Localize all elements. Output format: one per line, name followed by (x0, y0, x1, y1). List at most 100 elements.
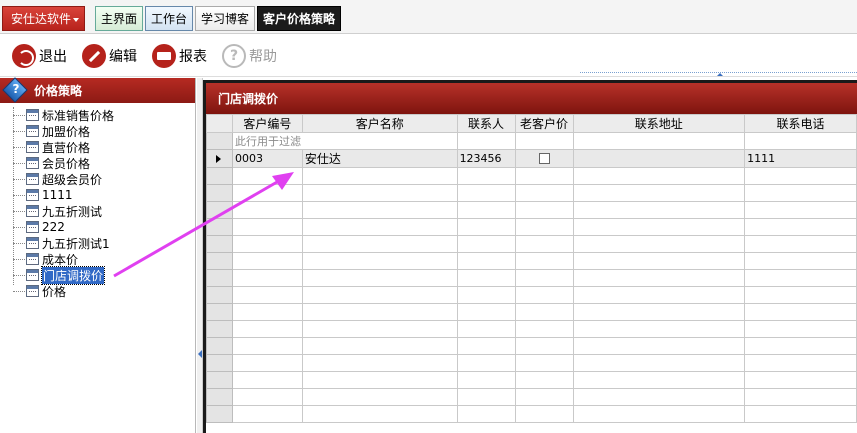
empty-row (206, 201, 857, 219)
empty-cell (572, 167, 746, 185)
tree-item-label: 九五折测试1 (42, 236, 110, 251)
cell-code[interactable]: 0003 (231, 149, 303, 168)
filter-cell[interactable] (456, 132, 516, 150)
filter-cell[interactable] (514, 132, 574, 150)
calendar-icon (26, 221, 39, 233)
tree-item[interactable]: 会员价格 (0, 155, 195, 171)
tree-item-label: 加盟价格 (42, 124, 91, 139)
empty-cell (572, 184, 746, 202)
tree-item[interactable]: 1111 (0, 187, 195, 203)
empty-cell (744, 337, 857, 355)
edit-button[interactable]: 编辑 (82, 43, 137, 69)
sidebar-header: ? 价格策略 (0, 77, 195, 103)
cell-address[interactable] (572, 149, 746, 168)
customer-grid: 客户编号 客户名称 联系人 老客户价 联系地址 联系电话 此行用于过滤 0003… (206, 114, 857, 433)
empty-cell (514, 354, 574, 372)
price-strategy-tree: 标准销售价格 加盟价格 直营价格 会员价格 超级会员价 1111 九五折测试 2… (0, 103, 195, 299)
tree-item[interactable]: 加盟价格 (0, 123, 195, 139)
empty-cell (456, 184, 516, 202)
empty-cell (301, 303, 458, 321)
tree-item-label: 成本价 (42, 252, 79, 267)
empty-cell (744, 371, 857, 389)
tree-item[interactable]: 222 (0, 219, 195, 235)
column-header[interactable]: 老客户价 (514, 114, 574, 133)
calendar-icon (26, 269, 39, 281)
grid-title: 门店调拨价 (218, 92, 279, 106)
tab-customer-price-strategy[interactable]: 客户价格策略 (257, 6, 342, 31)
pencil-icon (82, 44, 106, 68)
tab-workbench[interactable]: 工作台 (145, 6, 194, 31)
empty-cell (456, 405, 516, 423)
empty-row (206, 405, 857, 423)
empty-cell (301, 184, 458, 202)
empty-cell (456, 269, 516, 287)
empty-cell (514, 405, 574, 423)
empty-cell (231, 286, 303, 304)
row-indicator (206, 371, 233, 389)
empty-cell (744, 388, 857, 406)
report-button[interactable]: 报表 (152, 43, 207, 69)
empty-cell (572, 218, 746, 236)
empty-cell (572, 371, 746, 389)
filter-row[interactable]: 此行用于过滤 (206, 132, 857, 150)
empty-cell (231, 235, 303, 253)
calendar-icon (26, 285, 39, 297)
cell-name[interactable]: 安仕达 (301, 149, 458, 168)
empty-cell (514, 337, 574, 355)
empty-cell (456, 337, 516, 355)
column-header[interactable]: 客户编号 (231, 114, 303, 133)
empty-cell (514, 303, 574, 321)
help-button[interactable]: ? 帮助 (222, 43, 277, 69)
row-indicator (206, 149, 233, 168)
cell-old-price[interactable] (514, 149, 574, 168)
panel-collapse-handle[interactable] (580, 72, 857, 77)
empty-cell (231, 252, 303, 270)
column-header[interactable]: 联系地址 (572, 114, 746, 133)
tree-item[interactable]: 价格 (0, 283, 195, 299)
cell-phone[interactable]: 1111 (744, 149, 857, 168)
tab-blog[interactable]: 学习博客 (195, 6, 256, 31)
empty-cell (572, 337, 746, 355)
empty-cell (744, 218, 857, 236)
empty-cell (301, 320, 458, 338)
sidebar: ? 价格策略 标准销售价格 加盟价格 直营价格 会员价格 超级会员价 1111 … (0, 77, 196, 433)
app-menu-button[interactable]: 安仕达软件 (2, 6, 85, 31)
tab-main[interactable]: 主界面 (95, 6, 144, 31)
header-row: 客户编号 客户名称 联系人 老客户价 联系地址 联系电话 (206, 114, 857, 133)
row-indicator (206, 269, 233, 287)
customer-table: 客户编号 客户名称 联系人 老客户价 联系地址 联系电话 此行用于过滤 0003… (206, 114, 857, 423)
calendar-icon (26, 237, 39, 249)
empty-cell (572, 201, 746, 219)
cell-contact[interactable]: 123456 (456, 149, 516, 168)
empty-cell (231, 337, 303, 355)
tree-item[interactable]: 九五折测试1 (0, 235, 195, 251)
tree-item[interactable]: 成本价 (0, 251, 195, 267)
empty-cell (744, 303, 857, 321)
row-indicator (206, 218, 233, 236)
column-header[interactable]: 客户名称 (301, 114, 458, 133)
row-indicator (206, 303, 233, 321)
empty-cell (514, 201, 574, 219)
column-header[interactable]: 联系电话 (744, 114, 857, 133)
table-row[interactable]: 0003 安仕达 123456 1111 (206, 149, 857, 168)
empty-cell (231, 405, 303, 423)
empty-cell (301, 388, 458, 406)
row-indicator (206, 320, 233, 338)
filter-cell[interactable] (744, 132, 857, 150)
empty-row (206, 218, 857, 236)
old-customer-price-checkbox[interactable] (538, 153, 550, 164)
tree-item-selected[interactable]: 门店调拨价 (0, 265, 195, 285)
chevron-left-icon (198, 350, 202, 358)
column-header[interactable]: 联系人 (456, 114, 516, 133)
exit-button[interactable]: 退出 (12, 43, 67, 69)
tree-item[interactable]: 直营价格 (0, 139, 195, 155)
filter-cell[interactable] (572, 132, 746, 150)
empty-cell (456, 235, 516, 253)
empty-row (206, 371, 857, 389)
tree-item[interactable]: 超级会员价 (0, 171, 195, 187)
filter-hint[interactable]: 此行用于过滤 (231, 132, 458, 150)
tree-item[interactable]: 九五折测试 (0, 203, 195, 219)
tree-item[interactable]: 标准销售价格 (0, 107, 195, 123)
empty-cell (456, 303, 516, 321)
empty-cell (514, 218, 574, 236)
